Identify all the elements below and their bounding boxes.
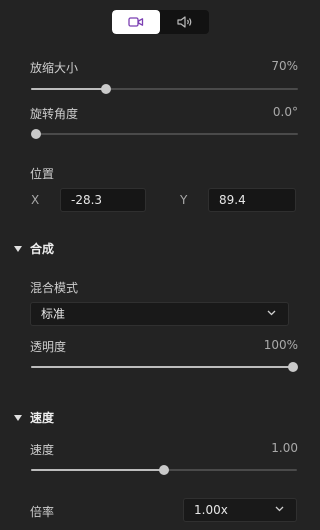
opacity-slider[interactable] <box>31 362 298 372</box>
composite-section-header[interactable]: 合成 <box>14 240 54 257</box>
rate-label: 倍率 <box>30 505 55 519</box>
speed-value: 1.00 <box>271 441 298 455</box>
speed-title: 速度 <box>30 411 55 425</box>
rotate-value: 0.0° <box>272 105 298 119</box>
blend-mode-label: 混合模式 <box>30 281 79 295</box>
scale-value: 70% <box>271 59 298 73</box>
speed-slider[interactable] <box>31 465 297 475</box>
x-label: X <box>31 193 40 207</box>
scale-slider[interactable] <box>31 84 298 94</box>
chevron-down-icon <box>275 506 284 512</box>
speaker-icon <box>177 16 192 28</box>
scale-slider-fill <box>31 88 106 90</box>
collapse-triangle-icon <box>14 245 22 252</box>
speed-section-header[interactable]: 速度 <box>14 409 54 426</box>
video-tab[interactable] <box>112 10 160 34</box>
opacity-slider-fill <box>31 366 293 368</box>
rotate-slider[interactable] <box>31 129 298 139</box>
media-type-toggle <box>112 10 209 34</box>
position-label: 位置 <box>30 167 55 181</box>
collapse-triangle-icon <box>14 414 22 421</box>
speed-slider-fill <box>31 469 164 471</box>
blend-mode-value: 标准 <box>41 307 66 321</box>
scale-label: 放缩大小 <box>30 61 79 75</box>
x-input[interactable]: -28.3 <box>60 188 146 212</box>
y-label: Y <box>180 193 188 207</box>
y-input[interactable]: 89.4 <box>208 188 296 212</box>
rate-value: 1.00x <box>194 503 228 517</box>
audio-tab[interactable] <box>161 10 209 34</box>
speed-label: 速度 <box>30 443 55 457</box>
rate-select[interactable]: 1.00x <box>183 498 297 522</box>
video-camera-icon <box>128 17 144 27</box>
chevron-down-icon <box>267 310 276 316</box>
scale-slider-thumb[interactable] <box>100 84 111 94</box>
speed-slider-thumb[interactable] <box>159 465 169 475</box>
opacity-value: 100% <box>263 338 298 352</box>
blend-mode-select[interactable]: 标准 <box>30 302 289 326</box>
rotate-slider-thumb[interactable] <box>31 129 41 139</box>
opacity-slider-thumb[interactable] <box>288 362 298 372</box>
composite-title: 合成 <box>30 242 55 256</box>
opacity-label: 透明度 <box>30 340 67 354</box>
rotate-label: 旋转角度 <box>30 107 79 121</box>
